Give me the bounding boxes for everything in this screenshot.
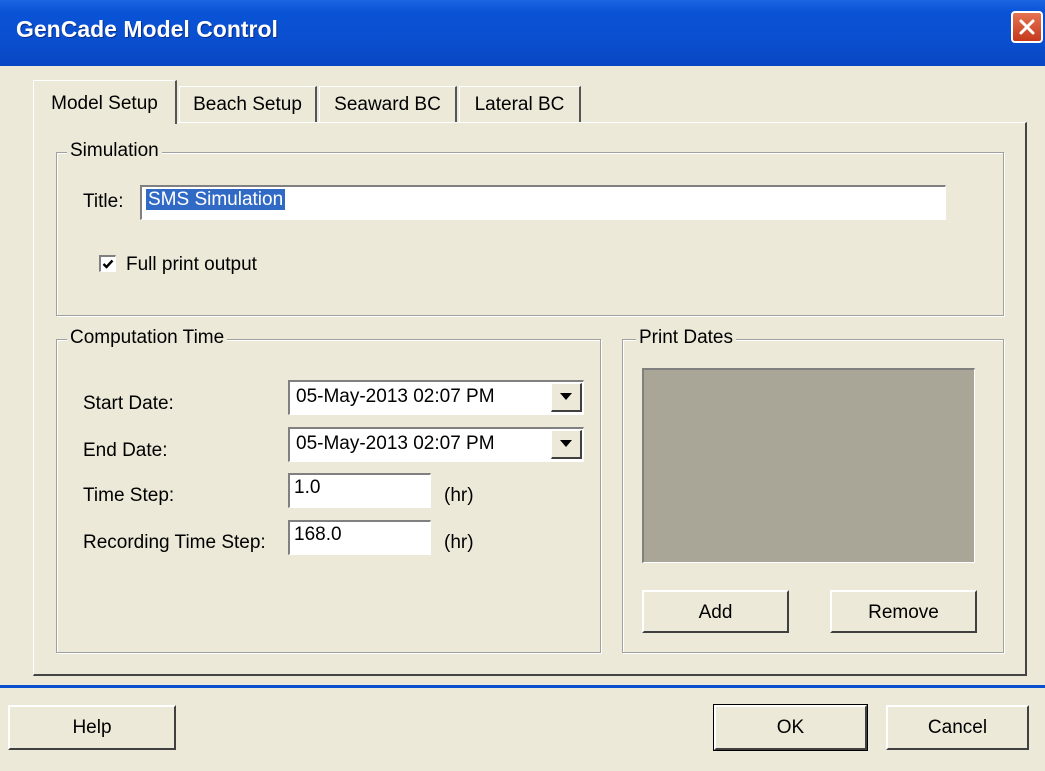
- add-button-label: Add: [698, 602, 733, 623]
- end-date-dropdown[interactable]: 05-May-2013 02:07 PM: [288, 427, 584, 462]
- simulation-group: [56, 152, 1004, 316]
- recording-step-input[interactable]: 168.0: [288, 520, 431, 555]
- help-button-label: Help: [72, 717, 112, 738]
- chevron-down-icon: [560, 440, 572, 447]
- time-step-value: 1.0: [294, 477, 321, 498]
- end-date-value: 05-May-2013 02:07 PM: [296, 433, 495, 454]
- add-button[interactable]: Add: [642, 590, 789, 633]
- recording-step-value: 168.0: [294, 524, 342, 545]
- title-bar: GenCade Model Control: [0, 0, 1045, 66]
- title-input[interactable]: SMS Simulation: [140, 185, 946, 220]
- checkmark-icon: [102, 259, 114, 269]
- end-date-label: End Date:: [83, 440, 168, 461]
- computation-time-group-label: Computation Time: [67, 327, 228, 349]
- recording-step-label: Recording Time Step:: [83, 532, 266, 553]
- simulation-group-label: Simulation: [67, 140, 162, 162]
- chevron-down-icon: [560, 393, 572, 400]
- close-icon: [1019, 19, 1035, 35]
- full-print-label: Full print output: [126, 254, 257, 275]
- start-date-label: Start Date:: [83, 393, 174, 414]
- tab-seaward-bc[interactable]: Seaward BC: [319, 86, 457, 122]
- cancel-button[interactable]: Cancel: [886, 705, 1029, 750]
- tab-seaward-bc-label: Seaward BC: [334, 94, 441, 115]
- remove-button[interactable]: Remove: [830, 590, 977, 633]
- print-dates-list[interactable]: [642, 368, 975, 563]
- start-date-dropdown[interactable]: 05-May-2013 02:07 PM: [288, 380, 584, 415]
- title-input-value: SMS Simulation: [146, 189, 286, 210]
- tab-beach-setup[interactable]: Beach Setup: [179, 86, 317, 122]
- cancel-button-label: Cancel: [927, 717, 988, 738]
- start-date-value: 05-May-2013 02:07 PM: [296, 386, 495, 407]
- ok-button-label: OK: [776, 717, 805, 738]
- recording-step-unit: (hr): [444, 532, 474, 553]
- title-label: Title:: [83, 191, 124, 212]
- time-step-unit: (hr): [444, 485, 474, 506]
- end-date-dropdown-button[interactable]: [551, 430, 582, 459]
- tab-model-setup[interactable]: Model Setup: [33, 80, 177, 124]
- remove-button-label: Remove: [868, 602, 939, 623]
- help-button[interactable]: Help: [8, 705, 176, 750]
- close-button[interactable]: [1011, 11, 1043, 43]
- print-dates-group-label: Print Dates: [636, 327, 736, 349]
- tab-beach-setup-label: Beach Setup: [193, 94, 302, 115]
- tab-lateral-bc-label: Lateral BC: [474, 94, 565, 115]
- tab-lateral-bc[interactable]: Lateral BC: [459, 86, 581, 122]
- tab-model-setup-label: Model Setup: [51, 93, 158, 114]
- full-print-checkbox[interactable]: [99, 255, 116, 272]
- window-title: GenCade Model Control: [16, 16, 278, 42]
- time-step-label: Time Step:: [83, 485, 175, 506]
- start-date-dropdown-button[interactable]: [551, 383, 582, 412]
- ok-button[interactable]: OK: [713, 704, 868, 751]
- frame-divider: [0, 685, 1045, 688]
- time-step-input[interactable]: 1.0: [288, 473, 431, 508]
